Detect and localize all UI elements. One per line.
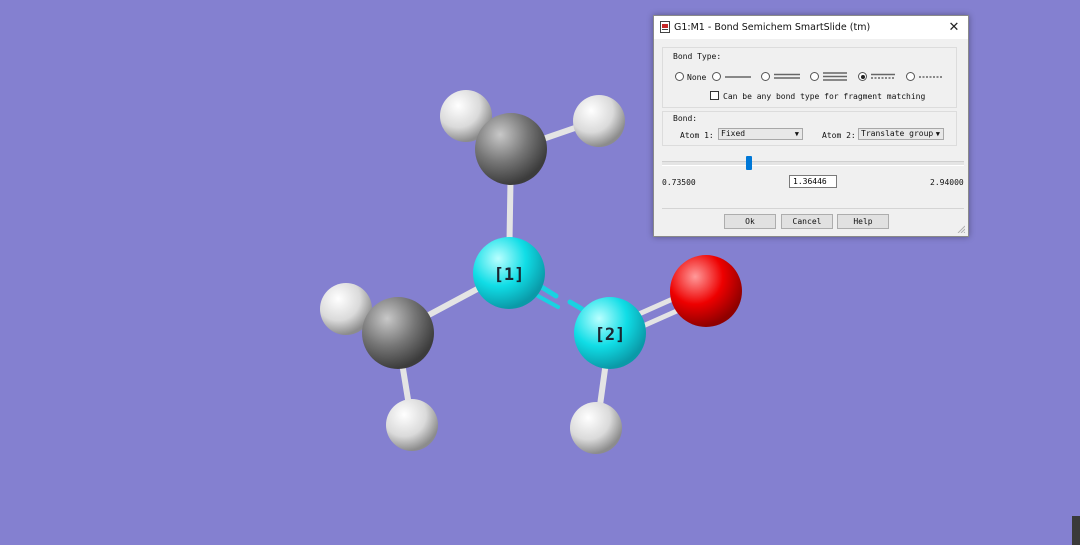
gaussview-app-icon (660, 21, 670, 33)
close-icon: ✕ (948, 20, 960, 35)
bond-type-group-label: Bond Type: (673, 52, 722, 61)
slider-thumb[interactable] (746, 156, 752, 170)
chevron-down-icon: ▼ (794, 130, 799, 138)
bond-none-label: None (687, 73, 707, 82)
triple-bond-icon (823, 72, 847, 81)
atom2-combo[interactable]: Translate group ▼ (858, 128, 944, 140)
atom1-label: Atom 1: (680, 131, 714, 140)
single-bond-icon (725, 76, 751, 78)
bond-length-input[interactable] (789, 175, 837, 188)
oxygen-atom[interactable] (670, 255, 742, 327)
atom-label-1: [1] (494, 265, 525, 285)
hydrogen-atom-5[interactable] (570, 402, 622, 454)
radio-bond-aromatic[interactable] (858, 72, 867, 81)
hydrogen-atom-4[interactable] (386, 399, 438, 451)
cancel-button[interactable]: Cancel (781, 214, 833, 229)
radio-bond-single[interactable] (712, 72, 721, 81)
atom1-combo-value: Fixed (721, 129, 746, 138)
atom2-combo-value: Translate group (861, 129, 934, 138)
atom-label-2: [2] (595, 325, 626, 345)
carbon-atom-2[interactable] (362, 297, 434, 369)
selected-bond-n1-n2[interactable] (536, 283, 585, 312)
bond-length-slider[interactable] (662, 156, 964, 170)
help-button[interactable]: Help (837, 214, 889, 229)
window-edge-fragment (1072, 516, 1080, 545)
dialog-title: G1:M1 - Bond Semichem SmartSlide (tm) (674, 22, 871, 33)
slider-min-value: 0.73500 (662, 178, 696, 187)
radio-bond-double[interactable] (761, 72, 770, 81)
radio-bond-triple[interactable] (810, 72, 819, 81)
atom2-label: Atom 2: (822, 131, 856, 140)
hydrogen-atom-2[interactable] (573, 95, 625, 147)
bond-type-group: Bond Type: None Can be any bond type for… (662, 47, 957, 108)
bond-smartslide-dialog: G1:M1 - Bond Semichem SmartSlide (tm) ✕ … (653, 15, 969, 237)
fragment-matching-label: Can be any bond type for fragment matchi… (723, 92, 926, 101)
bond-group-label: Bond: (673, 114, 698, 123)
slider-max-value: 2.94000 (930, 178, 964, 187)
fragment-matching-checkbox[interactable] (710, 91, 719, 100)
double-bond-icon (774, 73, 800, 79)
bond-group: Bond: Atom 1: Fixed ▼ Atom 2: Translate … (662, 111, 957, 146)
ok-button[interactable]: Ok (724, 214, 776, 229)
aromatic-bond-icon (871, 73, 895, 79)
partial-bond-icon (919, 76, 943, 78)
dialog-titlebar[interactable]: G1:M1 - Bond Semichem SmartSlide (tm) ✕ (654, 16, 968, 39)
chevron-down-icon: ▼ (935, 130, 940, 138)
dialog-separator (662, 208, 964, 209)
radio-bond-none[interactable] (675, 72, 684, 81)
atom1-combo[interactable]: Fixed ▼ (718, 128, 803, 140)
radio-bond-partial[interactable] (906, 72, 915, 81)
close-button[interactable]: ✕ (940, 16, 968, 39)
resize-grip-icon[interactable] (957, 225, 965, 233)
carbon-atom-1[interactable] (475, 113, 547, 185)
